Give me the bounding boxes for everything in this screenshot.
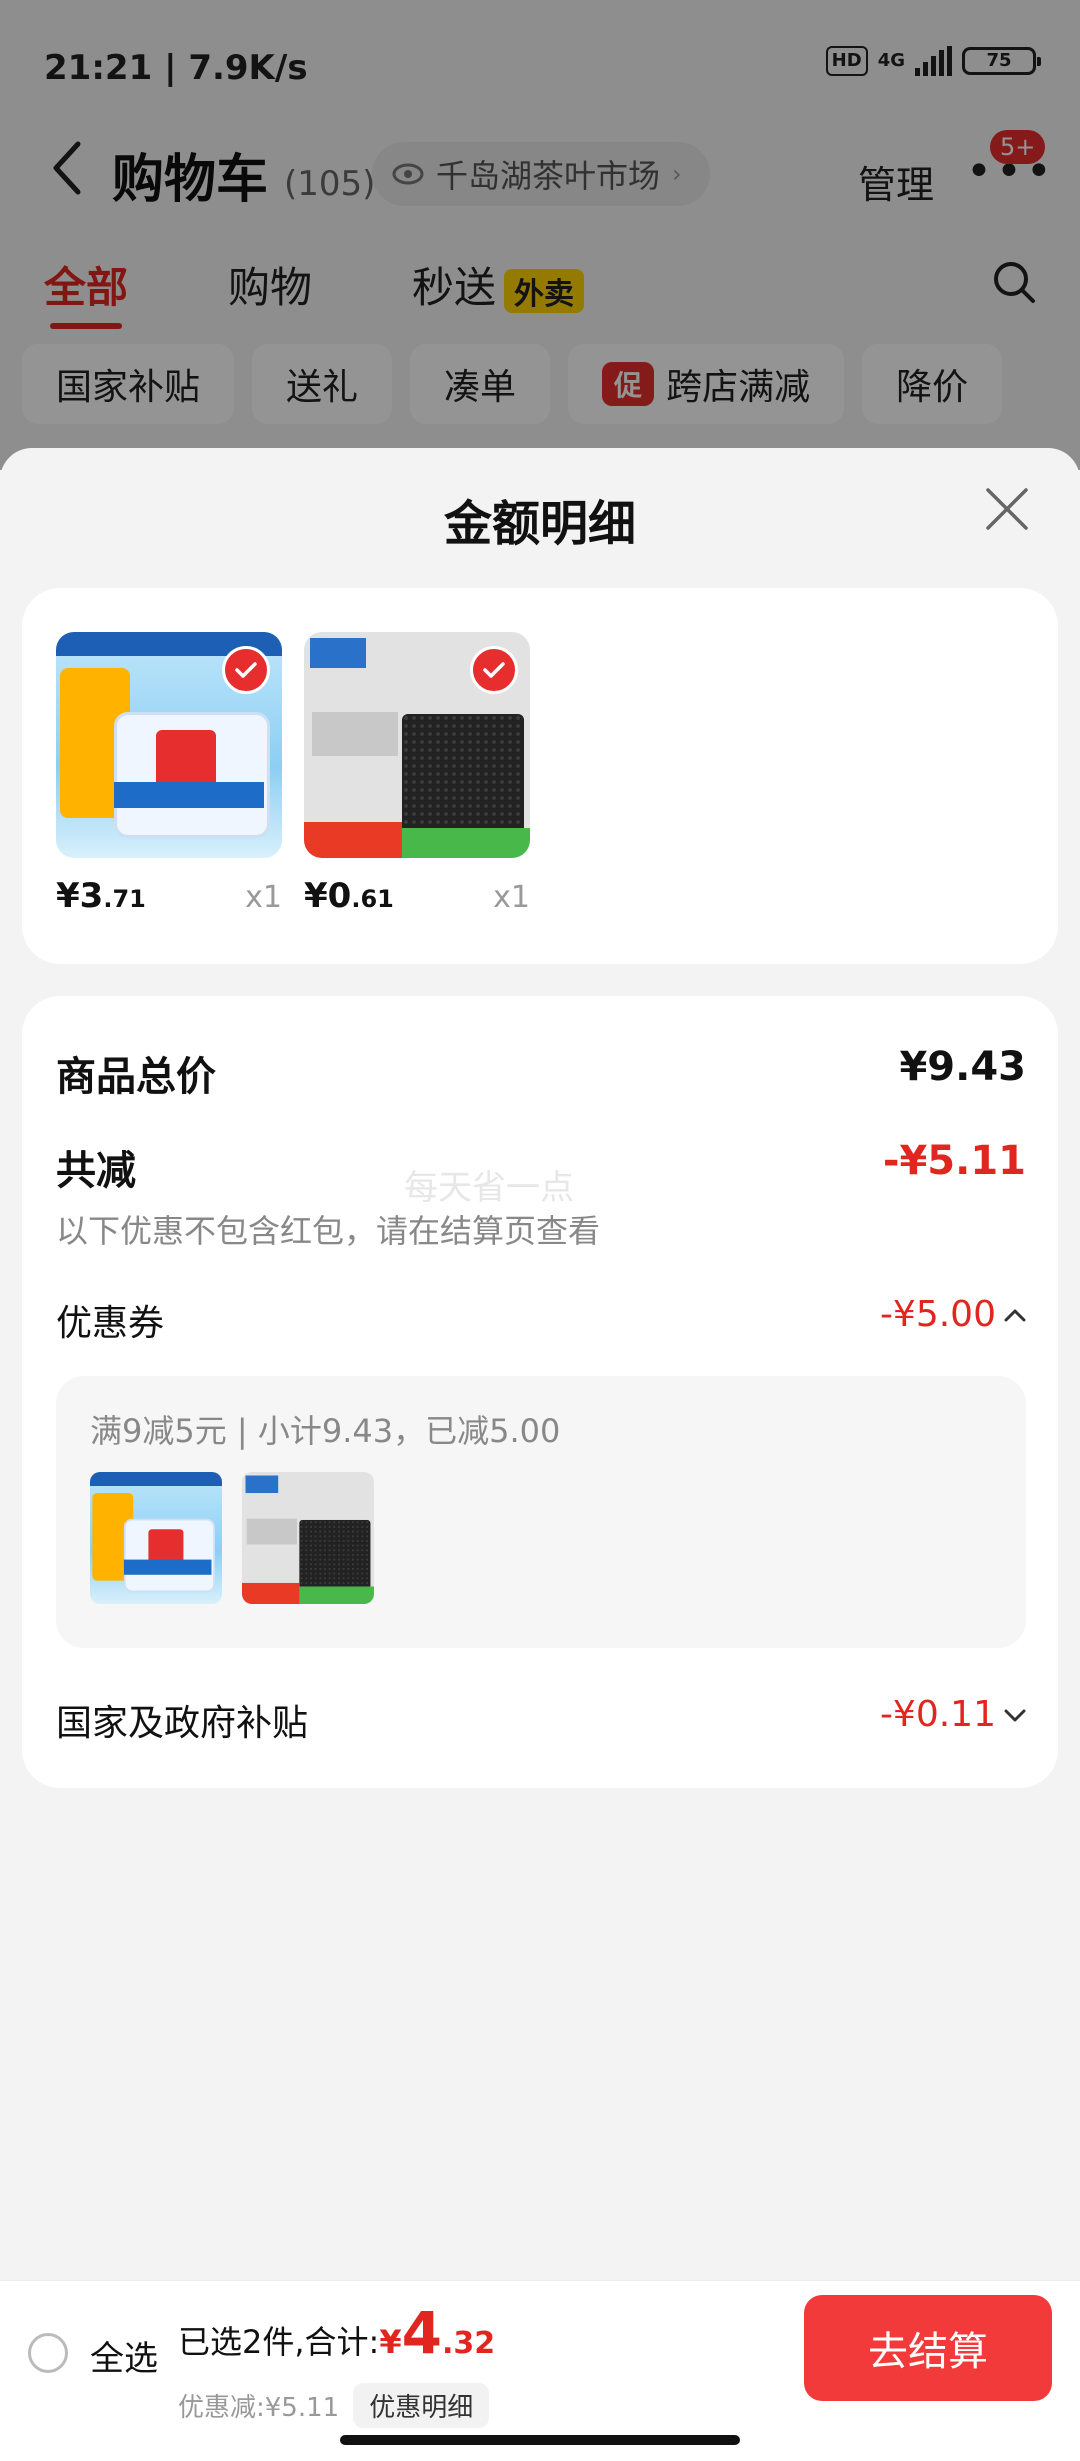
close-icon[interactable] [984, 486, 1030, 536]
reduce-value: -¥5.11 [882, 1138, 1026, 1184]
product-item[interactable]: ¥3.71 x1 [56, 632, 282, 916]
coupon-toggle[interactable]: -¥5.00 [880, 1294, 1026, 1335]
price-int: ¥0 [304, 876, 352, 916]
product-image [304, 632, 530, 858]
checkout-bar: 全选 已选2件,合计: ¥ 4 .32 优惠减:¥5.11 优惠明细 去结算 [0, 2280, 1080, 2461]
coupon-detail-box: 满9减5元 | 小计9.43，已减5.00 [56, 1376, 1026, 1648]
price-breakdown-card: 商品总价 ¥9.43 每天省一点 共减 -¥5.11 以下优惠不包含红包，请在结… [22, 996, 1058, 1788]
product-price: ¥3.71 [56, 876, 146, 916]
amount-detail-sheet: 金额明细 ¥3.71 x1 ¥0.61 x1 商品总价 ¥9.43 每天省一点 … [0, 448, 1080, 2460]
total-integer: 4 [401, 2299, 442, 2367]
dim-overlay[interactable] [0, 0, 1080, 470]
select-all-radio[interactable] [28, 2333, 68, 2373]
coupon-product-thumb [242, 1472, 374, 1604]
price-dec: .61 [351, 885, 394, 913]
discount-text: 优惠减:¥5.11 [178, 2393, 340, 2423]
product-qty: x1 [493, 880, 530, 915]
total-symbol: ¥ [379, 2323, 402, 2361]
sheet-title: 金额明细 [443, 496, 636, 552]
price-int: ¥3 [56, 876, 104, 916]
total-price-value: ¥9.43 [899, 1044, 1026, 1090]
price-dec: .71 [103, 885, 146, 913]
coupon-value: -¥5.00 [879, 1294, 996, 1335]
watermark-text: 每天省一点 [404, 1168, 574, 1208]
chevron-up-icon [1004, 1309, 1026, 1321]
coupon-description: 满9减5元 | 小计9.43，已减5.00 [90, 1412, 561, 1450]
home-indicator[interactable] [340, 2435, 740, 2445]
chevron-down-icon [1004, 1709, 1026, 1721]
total-summary: 已选2件,合计: ¥ 4 .32 [178, 2303, 495, 2363]
coupon-label: 优惠券 [56, 1303, 165, 1344]
checkout-button[interactable]: 去结算 [804, 2295, 1052, 2401]
summary-prefix: 已选2件,合计: [178, 2323, 380, 2361]
product-price: ¥0.61 [304, 876, 394, 916]
checked-icon[interactable] [470, 646, 518, 694]
selected-products-card: ¥3.71 x1 ¥0.61 x1 [22, 588, 1058, 964]
discount-summary: 优惠减:¥5.11 优惠明细 [178, 2383, 490, 2428]
product-qty: x1 [245, 880, 282, 915]
discount-note: 以下优惠不包含红包，请在结算页查看 [56, 1212, 601, 1250]
total-decimal: .32 [441, 2326, 496, 2361]
coupon-product-thumb [90, 1472, 222, 1604]
discount-detail-button[interactable]: 优惠明细 [353, 2383, 490, 2428]
checked-icon[interactable] [222, 646, 270, 694]
reduce-label: 共减 [56, 1148, 136, 1194]
subsidy-label: 国家及政府补贴 [56, 1703, 309, 1744]
total-price-label: 商品总价 [56, 1054, 216, 1100]
subsidy-toggle[interactable]: -¥0.11 [880, 1694, 1026, 1735]
product-item[interactable]: ¥0.61 x1 [304, 632, 530, 916]
select-all-label[interactable]: 全选 [90, 2331, 158, 2380]
subsidy-value: -¥0.11 [879, 1694, 996, 1735]
product-image [56, 632, 282, 858]
